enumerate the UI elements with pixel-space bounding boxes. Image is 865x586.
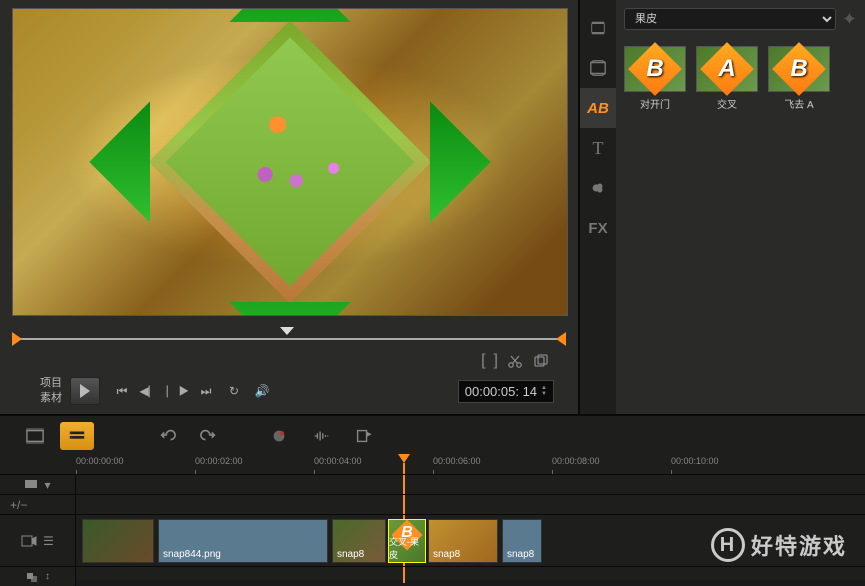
- transition-label: 对开门: [624, 96, 686, 111]
- trim-out-handle[interactable]: [556, 332, 566, 346]
- track-header-video[interactable]: ☰: [0, 515, 76, 566]
- cut-icon[interactable]: [507, 353, 523, 369]
- category-dropdown[interactable]: 果皮: [624, 8, 836, 30]
- source-mode-label[interactable]: 素材: [12, 391, 62, 406]
- timeline-playhead[interactable]: [398, 454, 410, 463]
- ruler-tick: 00:00:04:00: [314, 456, 362, 466]
- track-header-marker[interactable]: ▾: [0, 475, 76, 494]
- ruler-tick: 00:00:02:00: [195, 456, 243, 466]
- preview-viewport[interactable]: [12, 8, 568, 316]
- volume-button[interactable]: 🔊: [253, 382, 271, 400]
- record-button[interactable]: [262, 422, 296, 450]
- transition-item[interactable]: A 交叉: [696, 46, 758, 111]
- next-frame-button[interactable]: ⎸▶: [169, 382, 187, 400]
- ruler-tick: 00:00:06:00: [433, 456, 481, 466]
- mark-in-button[interactable]: [: [481, 352, 485, 370]
- tab-sound[interactable]: [580, 48, 616, 88]
- play-button[interactable]: [70, 377, 100, 405]
- go-end-button[interactable]: ⏭: [197, 382, 215, 400]
- undo-button[interactable]: [150, 422, 184, 450]
- trim-in-handle[interactable]: [12, 332, 22, 346]
- transition-label: 飞去 A: [768, 96, 830, 111]
- prev-frame-button[interactable]: ◀⎸: [141, 382, 159, 400]
- tab-transitions[interactable]: AB: [580, 88, 616, 128]
- redo-button[interactable]: [192, 422, 226, 450]
- transition-item[interactable]: B 飞去 A: [768, 46, 830, 111]
- transition-item[interactable]: B 对开门: [624, 46, 686, 111]
- playhead-marker[interactable]: [280, 327, 294, 335]
- timeline-ruler[interactable]: 00:00:00:00 00:00:02:00 00:00:04:00 00:0…: [0, 456, 865, 474]
- watermark-text: 好特游戏: [751, 529, 847, 561]
- clip[interactable]: snap8: [428, 519, 498, 563]
- timeline-view-button[interactable]: [60, 422, 94, 450]
- timecode-down[interactable]: ▼: [541, 391, 547, 397]
- track-header-overlay[interactable]: ↕: [0, 567, 76, 586]
- watermark: H 好特游戏: [711, 528, 847, 562]
- chapter-button[interactable]: [346, 422, 380, 450]
- favorite-icon[interactable]: ✦: [842, 9, 857, 30]
- audio-mixer-button[interactable]: [304, 422, 338, 450]
- ruler-tick: 00:00:10:00: [671, 456, 719, 466]
- go-start-button[interactable]: ⏮: [113, 382, 131, 400]
- timecode-value: 00:00:05: 14: [465, 384, 537, 399]
- snapshot-icon[interactable]: [533, 353, 549, 369]
- ruler-tick: 00:00:08:00: [552, 456, 600, 466]
- scrubber[interactable]: [12, 330, 566, 348]
- transition-thumbnails: B 对开门 A 交叉 B 飞去 A: [624, 46, 857, 111]
- transition-label: 交叉: [696, 96, 758, 111]
- timecode-display[interactable]: 00:00:05: 14 ▲▼: [458, 380, 554, 403]
- tab-media[interactable]: [580, 8, 616, 48]
- library-pane: AB T FX 果皮 ✦ B 对开门 A 交叉: [580, 0, 865, 414]
- storyboard-view-button[interactable]: [18, 422, 52, 450]
- mark-out-button[interactable]: ]: [494, 352, 498, 370]
- clip[interactable]: snap8: [332, 519, 386, 563]
- project-mode-label[interactable]: 项目: [12, 376, 62, 391]
- tab-fx[interactable]: FX: [580, 208, 616, 248]
- clip[interactable]: snap8: [502, 519, 542, 563]
- track-add-button[interactable]: +/−: [0, 495, 76, 514]
- transition-clip[interactable]: B交叉-果皮: [388, 519, 426, 563]
- loop-button[interactable]: ↻: [225, 382, 243, 400]
- watermark-icon: H: [711, 528, 745, 562]
- clip[interactable]: snap844.png: [158, 519, 328, 563]
- ruler-tick: 00:00:00:00: [76, 456, 124, 466]
- clip[interactable]: [82, 519, 154, 563]
- preview-pane: [ ] 项目 素材 ⏮ ◀⎸ ⎸▶ ⏭ ↻ 🔊 00:00:05: 14 ▲▼: [0, 0, 580, 414]
- tab-graphics[interactable]: [580, 168, 616, 208]
- tab-title[interactable]: T: [580, 128, 616, 168]
